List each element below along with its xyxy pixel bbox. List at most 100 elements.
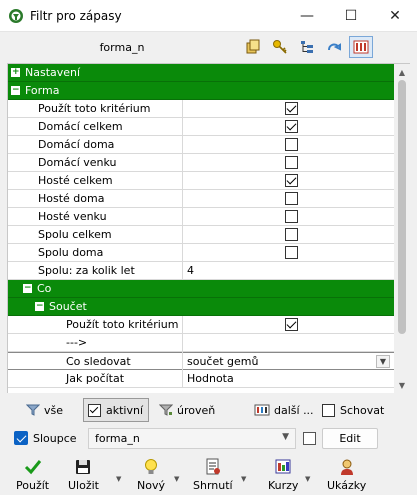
- property-value-text: 4: [187, 264, 194, 277]
- property-row[interactable]: Spolu doma: [8, 243, 394, 262]
- property-value[interactable]: [183, 244, 394, 262]
- group-row[interactable]: + Nastavení: [8, 64, 394, 82]
- summary-dropdown-arrow-icon[interactable]: ▼: [241, 475, 246, 483]
- property-value[interactable]: [183, 100, 394, 118]
- value-dropdown-icon[interactable]: ▼: [376, 355, 390, 368]
- group-label: Součet: [49, 300, 87, 313]
- expand-icon[interactable]: +: [11, 68, 20, 77]
- examples-icon: [338, 457, 356, 477]
- property-label: Hosté venku: [38, 210, 107, 223]
- collapse-icon[interactable]: −: [35, 302, 44, 311]
- copy-icon[interactable]: [241, 36, 265, 58]
- property-checkbox[interactable]: [285, 174, 298, 187]
- property-value[interactable]: [183, 334, 394, 352]
- filter-name: forma_n: [99, 40, 145, 54]
- property-checkbox[interactable]: [285, 246, 298, 259]
- property-row[interactable]: Spolu celkem: [8, 225, 394, 244]
- property-value[interactable]: Hodnota: [183, 370, 394, 388]
- property-row[interactable]: Spolu: za kolik let 4: [8, 261, 394, 280]
- property-value[interactable]: [183, 316, 394, 334]
- group-row[interactable]: − Forma: [8, 82, 394, 100]
- examples-button[interactable]: Ukázky: [327, 457, 366, 492]
- collapse-icon[interactable]: −: [11, 86, 20, 95]
- rates-button[interactable]: Kurzy: [268, 457, 298, 492]
- redo-arrow-icon[interactable]: [322, 36, 346, 58]
- property-row[interactable]: Použít toto kritérium: [8, 315, 394, 334]
- columns-checkbox[interactable]: [14, 431, 28, 445]
- active-checkbox[interactable]: [88, 403, 101, 417]
- filter-header: forma_n: [6, 34, 410, 60]
- show-all-label: vše: [44, 403, 64, 417]
- summary-label: Shrnutí: [193, 479, 233, 492]
- property-row[interactable]: Hosté doma: [8, 189, 394, 208]
- group-row[interactable]: − Součet: [8, 298, 394, 316]
- level-button[interactable]: úroveň: [155, 398, 219, 422]
- property-checkbox[interactable]: [285, 210, 298, 223]
- floppy-disk-icon: [75, 457, 91, 477]
- tree-icon[interactable]: [295, 36, 319, 58]
- property-checkbox[interactable]: [285, 120, 298, 133]
- scroll-up-icon[interactable]: ▲: [394, 64, 410, 80]
- property-value[interactable]: [183, 118, 394, 136]
- property-value[interactable]: [183, 172, 394, 190]
- summary-button[interactable]: Shrnutí: [193, 457, 233, 492]
- property-row[interactable]: Jak počítat Hodnota: [8, 369, 394, 388]
- scroll-down-icon[interactable]: ▼: [394, 377, 410, 393]
- more-button[interactable]: další ...: [250, 398, 318, 422]
- save-dropdown-arrow-icon[interactable]: ▼: [116, 475, 121, 483]
- scroll-thumb[interactable]: [398, 80, 406, 334]
- property-value[interactable]: [183, 154, 394, 172]
- property-row[interactable]: --->: [8, 333, 394, 352]
- minimize-button[interactable]: —: [285, 0, 329, 32]
- property-label: Jak počítat: [66, 372, 125, 385]
- property-value[interactable]: [183, 226, 394, 244]
- property-row[interactable]: Použít toto kritérium: [8, 99, 394, 118]
- hide-label: Schovat: [340, 403, 385, 417]
- property-value[interactable]: 4: [183, 262, 394, 280]
- property-row[interactable]: Hosté celkem: [8, 171, 394, 190]
- property-row[interactable]: Co sledovat součet gemů ▼: [8, 352, 394, 370]
- new-button[interactable]: Nový: [137, 457, 165, 492]
- property-checkbox[interactable]: [285, 102, 298, 115]
- show-all-button[interactable]: vše: [22, 398, 67, 422]
- property-value[interactable]: [183, 190, 394, 208]
- app-filter-icon: [8, 8, 24, 24]
- edit-button[interactable]: Edit: [322, 428, 378, 449]
- chevron-down-icon[interactable]: ▼: [282, 432, 289, 442]
- columns-combo[interactable]: forma_n ▼: [88, 428, 296, 449]
- property-label: Spolu celkem: [38, 228, 112, 241]
- hide-toggle[interactable]: Schovat: [318, 398, 388, 422]
- close-button[interactable]: ✕: [373, 0, 417, 32]
- maximize-button[interactable]: ☐: [329, 0, 373, 32]
- property-row[interactable]: Domácí celkem: [8, 117, 394, 136]
- property-checkbox[interactable]: [285, 228, 298, 241]
- columns-toggle[interactable]: Sloupce: [14, 431, 77, 445]
- property-checkbox[interactable]: [285, 156, 298, 169]
- property-value[interactable]: součet gemů ▼: [183, 352, 394, 370]
- property-row[interactable]: Domácí venku: [8, 153, 394, 172]
- title-bar: Filtr pro zápasy — ☐ ✕: [0, 0, 417, 32]
- active-toggle[interactable]: aktivní: [83, 398, 149, 422]
- property-checkbox[interactable]: [285, 192, 298, 205]
- bottom-toolbar: Použít Uložit ▼ Nový ▼ Shrnutí ▼ Kurzy ▼…: [0, 455, 417, 495]
- edit-checkbox[interactable]: [303, 432, 316, 445]
- hide-checkbox[interactable]: [322, 403, 335, 417]
- property-row[interactable]: Domácí doma: [8, 135, 394, 154]
- property-label: Domácí doma: [38, 138, 115, 151]
- key-icon[interactable]: [268, 36, 292, 58]
- rates-dropdown-arrow-icon[interactable]: ▼: [305, 475, 310, 483]
- vertical-scrollbar[interactable]: ▲ ▼: [394, 63, 410, 393]
- property-checkbox[interactable]: [285, 138, 298, 151]
- more-grid-icon: [254, 403, 270, 417]
- property-value[interactable]: [183, 208, 394, 226]
- collapse-icon[interactable]: −: [23, 284, 32, 293]
- columns-view-icon[interactable]: [349, 36, 373, 58]
- save-button[interactable]: Uložit: [68, 457, 99, 492]
- new-dropdown-arrow-icon[interactable]: ▼: [174, 475, 179, 483]
- property-value[interactable]: [183, 136, 394, 154]
- property-row[interactable]: Hosté venku: [8, 207, 394, 226]
- level-label: úroveň: [177, 403, 216, 417]
- property-checkbox[interactable]: [285, 318, 298, 331]
- apply-button[interactable]: Použít: [16, 457, 49, 492]
- group-row[interactable]: − Co: [8, 280, 394, 298]
